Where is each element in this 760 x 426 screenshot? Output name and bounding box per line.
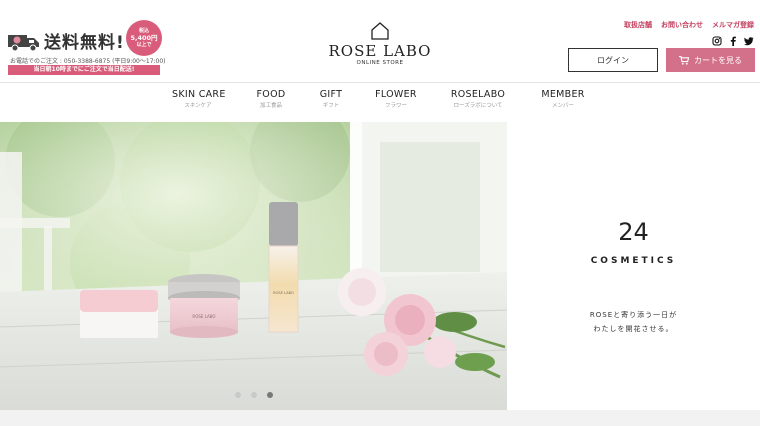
site-logo[interactable]: ROSE LABO ONLINE STORE xyxy=(325,22,435,72)
nav-item-flower[interactable]: FLOWER フラワー xyxy=(373,89,419,109)
nav-item-skin-care[interactable]: SKIN CARE スキンケア xyxy=(172,89,226,109)
nav-label: MEMBER xyxy=(541,89,585,100)
nav-sublabel: ギフト xyxy=(322,103,340,109)
cart-icon xyxy=(679,55,689,65)
nav-label: GIFT xyxy=(319,89,343,100)
promo-same-day-band: 当日朝10時までにご注文で当日配送! xyxy=(8,65,160,75)
slide-dot-2[interactable] xyxy=(250,392,257,398)
house-logo-icon xyxy=(371,22,389,40)
hero-slideshow[interactable]: ROSE LABO ROSE LABO xyxy=(0,122,507,410)
jar-label: ROSE LABO xyxy=(192,314,215,319)
nav-label: ROSELABO xyxy=(450,89,506,100)
social-links xyxy=(712,31,754,46)
facebook-icon[interactable] xyxy=(728,31,738,46)
header-divider xyxy=(0,82,760,83)
slide-dot-3-active[interactable] xyxy=(266,392,273,398)
login-button[interactable]: ログイン xyxy=(568,48,658,72)
twitter-icon[interactable] xyxy=(744,31,754,46)
nav-label: FLOWER xyxy=(375,89,417,100)
collection-number: 24 xyxy=(618,218,649,246)
nav-item-roselabo[interactable]: ROSELABO ローズラボについて xyxy=(446,89,510,109)
badge-line-3: 以上で xyxy=(136,41,152,48)
nav-sublabel: フラワー xyxy=(384,103,407,109)
nav-sublabel: 加工食品 xyxy=(259,103,282,109)
nav-item-member[interactable]: MEMBER メンバー xyxy=(538,89,588,109)
nav-sublabel: スキンケア xyxy=(184,103,212,109)
hero-product-image: ROSE LABO ROSE LABO xyxy=(0,122,507,410)
utility-links: 取扱店舗 お問い合わせ メルマガ登録 xyxy=(624,20,754,30)
nav-item-food[interactable]: FOOD 加工食品 xyxy=(252,89,290,109)
slide-indicators xyxy=(0,392,507,398)
badge-amount: 5,400円 xyxy=(130,33,158,42)
page: 送料無料! 税込 5,400円 以上で お電話でのご注文 : 050-3388-… xyxy=(0,0,760,426)
free-shipping-promo[interactable]: 送料無料! 税込 5,400円 以上で お電話でのご注文 : 050-3388-… xyxy=(6,20,166,75)
slide-dot-1[interactable] xyxy=(234,392,241,398)
tagline-line-2: わたしを開花させる。 xyxy=(593,325,674,333)
view-cart-label: カートを見る xyxy=(694,55,742,65)
promo-phone: お電話でのご注文 : 050-3388-6875 (平日9:00〜17:00) xyxy=(10,58,166,65)
tagline-line-1: ROSEと寄り添う一日が xyxy=(589,311,678,319)
nav-label: FOOD xyxy=(256,89,286,100)
promo-title: 送料無料! xyxy=(44,33,125,53)
logo-name: ROSE LABO xyxy=(328,42,432,60)
link-stores[interactable]: 取扱店舗 xyxy=(624,20,652,30)
main-nav: SKIN CARE スキンケア FOOD 加工食品 GIFT ギフト FLOWE… xyxy=(0,89,760,119)
nav-sublabel: メンバー xyxy=(551,103,574,109)
site-header: 送料無料! 税込 5,400円 以上で お電話でのご注文 : 050-3388-… xyxy=(0,0,760,82)
collection-category: COSMETICS xyxy=(590,256,677,266)
instagram-icon[interactable] xyxy=(712,31,722,46)
nav-sublabel: ローズラボについて xyxy=(453,103,503,109)
truck-icon xyxy=(8,35,39,52)
link-contact[interactable]: お問い合わせ xyxy=(661,20,703,30)
logo-subtitle: ONLINE STORE xyxy=(356,60,404,66)
hero-caption-panel: 24 COSMETICS ROSEと寄り添う一日が わたしを開花させる。 xyxy=(507,122,760,410)
nav-item-gift[interactable]: GIFT ギフト xyxy=(316,89,346,109)
nav-label: SKIN CARE xyxy=(172,89,226,100)
view-cart-button[interactable]: カートを見る xyxy=(666,48,755,72)
bottle-label: ROSE LABO xyxy=(273,291,294,295)
footer-band xyxy=(0,410,760,426)
promo-price-badge: 税込 5,400円 以上で xyxy=(126,20,162,56)
link-newsletter[interactable]: メルマガ登録 xyxy=(712,20,754,30)
